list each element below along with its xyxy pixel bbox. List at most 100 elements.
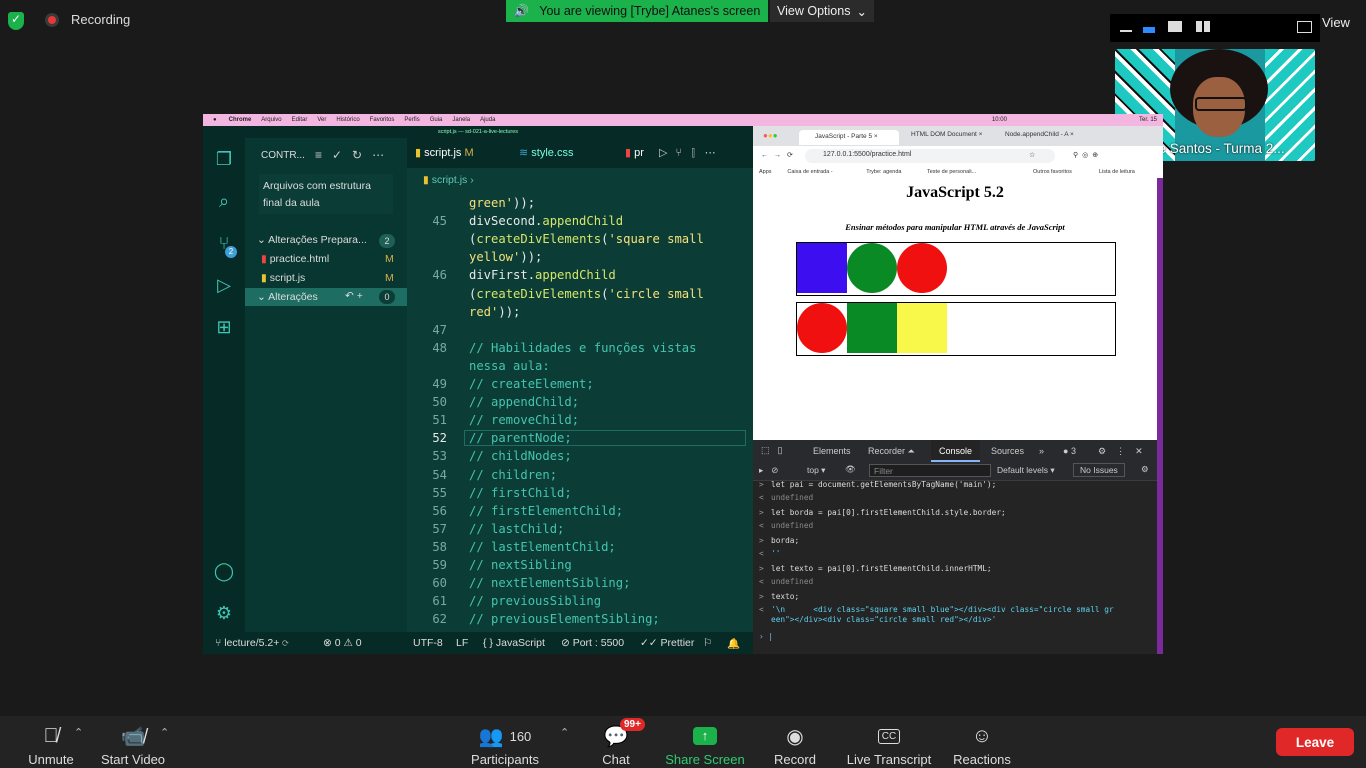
account-icon[interactable]: ◯ [213, 560, 235, 582]
console-filter-input[interactable]: Filter [869, 464, 991, 477]
issues-button[interactable]: No Issues [1073, 463, 1125, 477]
nav-buttons[interactable]: ←→⟳ [761, 151, 799, 159]
participants-options-caret[interactable]: ⌃ [560, 726, 569, 739]
eol-indicator[interactable]: LF [456, 637, 468, 649]
window-controls[interactable]: ●●● [763, 131, 778, 140]
extension-icons[interactable]: ⚲◎⊕ [1073, 151, 1102, 159]
mac-menu-item[interactable]: Favoritos [370, 117, 395, 123]
issues-indicator[interactable]: ● 3 [1063, 446, 1076, 456]
extensions-icon[interactable]: ⊞ [213, 316, 235, 338]
devtab-recorder[interactable]: Recorder ⏶ [868, 446, 915, 457]
record-button[interactable]: ◉ Record [766, 716, 824, 768]
tab-practice[interactable]: ▮ pr [625, 146, 644, 159]
scm-badge: 2 [225, 246, 237, 258]
bookmark-star-icon[interactable]: ☆ [1029, 151, 1035, 159]
tab-javascript-parte-5[interactable]: JavaScript - Parte 5 × [799, 130, 899, 145]
view-icon[interactable] [1297, 21, 1312, 33]
audio-options-caret[interactable]: ⌃ [74, 726, 83, 739]
code-token: divFirst. [469, 268, 536, 283]
notifications-bell-icon[interactable]: 🔔 [727, 637, 740, 650]
security-shield-icon[interactable] [8, 12, 24, 30]
mac-menu-item[interactable]: Guia [430, 117, 443, 123]
code-token: appendChild [542, 214, 624, 229]
participants-button[interactable]: 👥 160 Participants [464, 716, 546, 768]
leave-button[interactable]: Leave [1276, 728, 1354, 756]
start-video-button[interactable]: 📹̸ Start Video [96, 716, 170, 768]
port-indicator[interactable]: ⊘ Port : 5500 [561, 637, 624, 649]
devtab-more[interactable]: » [1039, 446, 1044, 456]
feedback-icon[interactable]: ⚐ [703, 637, 712, 649]
chat-label: Chat [602, 752, 630, 767]
tab-node-appendchild[interactable]: Node.appendChild - A × [1005, 131, 1074, 138]
inspect-device-icons[interactable]: ⬚▯ [761, 445, 790, 456]
devtab-sources[interactable]: Sources [991, 446, 1024, 456]
circle-shape [897, 243, 947, 293]
sidebar-actions[interactable]: ≡✓↻⋯ [315, 148, 394, 162]
browser-tabs: ●●● JavaScript - Parte 5 × HTML DOM Docu… [753, 126, 1163, 146]
tab-style-css[interactable]: ≋ style.css [519, 146, 573, 159]
branch-indicator[interactable]: ⑂ lecture/5.2+ ⟳ [215, 637, 289, 649]
breadcrumb[interactable]: ▮ script.js › [423, 174, 474, 186]
unmute-button[interactable]: 🎙̸ Unmute [20, 716, 82, 768]
mac-menu-item[interactable]: Perfis [404, 117, 419, 123]
commit-message-input[interactable]: Arquivos com estrutura final da aula [259, 174, 393, 214]
video-options-caret[interactable]: ⌃ [160, 726, 169, 739]
editor-actions[interactable]: ▷⑂⫿⋯ [659, 146, 724, 159]
settings-gear-icon[interactable]: ⚙ [213, 602, 235, 624]
line-number: 47 [432, 322, 447, 337]
file-item-practice[interactable]: ▮ practice.html [261, 253, 329, 265]
encoding-indicator[interactable]: UTF-8 [413, 637, 443, 649]
tab-html-dom-document[interactable]: HTML DOM Document × [911, 131, 982, 138]
url-input[interactable]: 127.0.0.1:5500/practice.html [805, 149, 1055, 163]
changes-header[interactable]: ⌄ Alterações ↶ + 0 [245, 288, 407, 306]
problems-indicator[interactable]: ⊗ 0 ⚠ 0 [323, 637, 362, 649]
explorer-icon[interactable]: ❐ [213, 148, 235, 170]
file-item-script[interactable]: ▮ script.js [261, 272, 305, 284]
speaker-view-icon[interactable] [1168, 21, 1182, 32]
live-transcript-button[interactable]: CC Live Transcript [842, 716, 936, 767]
code-editor[interactable]: ▮ script.js M ≋ style.css ▮ pr ▷⑂⫿⋯ ▮ sc… [407, 138, 753, 638]
mac-menu-item[interactable]: Janela [452, 117, 470, 123]
mac-menu-item[interactable]: Editar [292, 117, 308, 123]
code-token: nessa aula: [469, 358, 550, 373]
reactions-button[interactable]: ☺ Reactions [950, 716, 1014, 768]
bookmark-item[interactable]: Caixa de entrada - [787, 169, 832, 175]
bookmark-item[interactable]: Outros favoritos [1033, 169, 1072, 175]
devtab-console[interactable]: Console [931, 440, 981, 462]
staged-changes-header[interactable]: ⌄ Alterações Prepara... [257, 234, 367, 246]
thumbnail-view-icon[interactable] [1143, 27, 1155, 33]
bookmark-item[interactable]: Teste de personali... [927, 169, 976, 175]
language-indicator[interactable]: { } JavaScript [483, 637, 545, 649]
mac-menu-item[interactable]: Ver [317, 117, 326, 123]
meeting-toolbar: 🎙̸ Unmute ⌃ 📹̸ Start Video ⌃ 👥 160 Partic… [0, 716, 1366, 768]
live-transcript-label: Live Transcript [846, 752, 932, 767]
speaker-icon: 🔊 [513, 3, 530, 18]
discard-add-icons[interactable]: ↶ + [345, 290, 363, 302]
apple-icon[interactable]: ● [213, 117, 217, 123]
log-levels-select[interactable]: Default levels ▾ [997, 465, 1055, 476]
tab-script-js[interactable]: ▮ script.js M [415, 146, 474, 159]
bookmark-item[interactable]: Apps [759, 169, 772, 175]
bookmark-item[interactable]: Lista de leitura [1099, 169, 1135, 175]
console-sidebar-clear-icons[interactable]: ▸⊘ [759, 465, 786, 476]
js-file-icon: ▮ [261, 272, 267, 284]
mac-menu-item[interactable]: Histórico [336, 117, 359, 123]
gallery-view-icon[interactable] [1196, 21, 1211, 32]
view-options-button[interactable]: View Options ⌄ [770, 0, 874, 22]
view-label[interactable]: View [1322, 15, 1350, 30]
mac-menu-item[interactable]: Arquivo [261, 117, 281, 123]
search-icon[interactable]: ⌕ [213, 190, 235, 212]
eye-icon[interactable]: 👁 [845, 464, 856, 475]
devtools-actions[interactable]: ⚙⋮✕ [1098, 446, 1153, 457]
mac-menu-item[interactable]: Chrome [229, 117, 252, 123]
context-select[interactable]: top ▾ [807, 465, 825, 476]
bookmark-item[interactable]: Trybe: agenda [866, 169, 901, 175]
minimize-icon[interactable] [1120, 30, 1132, 32]
devtab-elements[interactable]: Elements [813, 446, 851, 456]
share-screen-button[interactable]: ↑ Share Screen [662, 716, 748, 767]
console-prompt[interactable]: › | [759, 632, 773, 641]
mac-menu-item[interactable]: Ajuda [480, 117, 495, 123]
prettier-indicator[interactable]: ✓✓ Prettier [640, 637, 694, 649]
console-settings-icon[interactable]: ⚙ [1141, 464, 1149, 475]
run-debug-icon[interactable]: ▷ [213, 274, 235, 296]
